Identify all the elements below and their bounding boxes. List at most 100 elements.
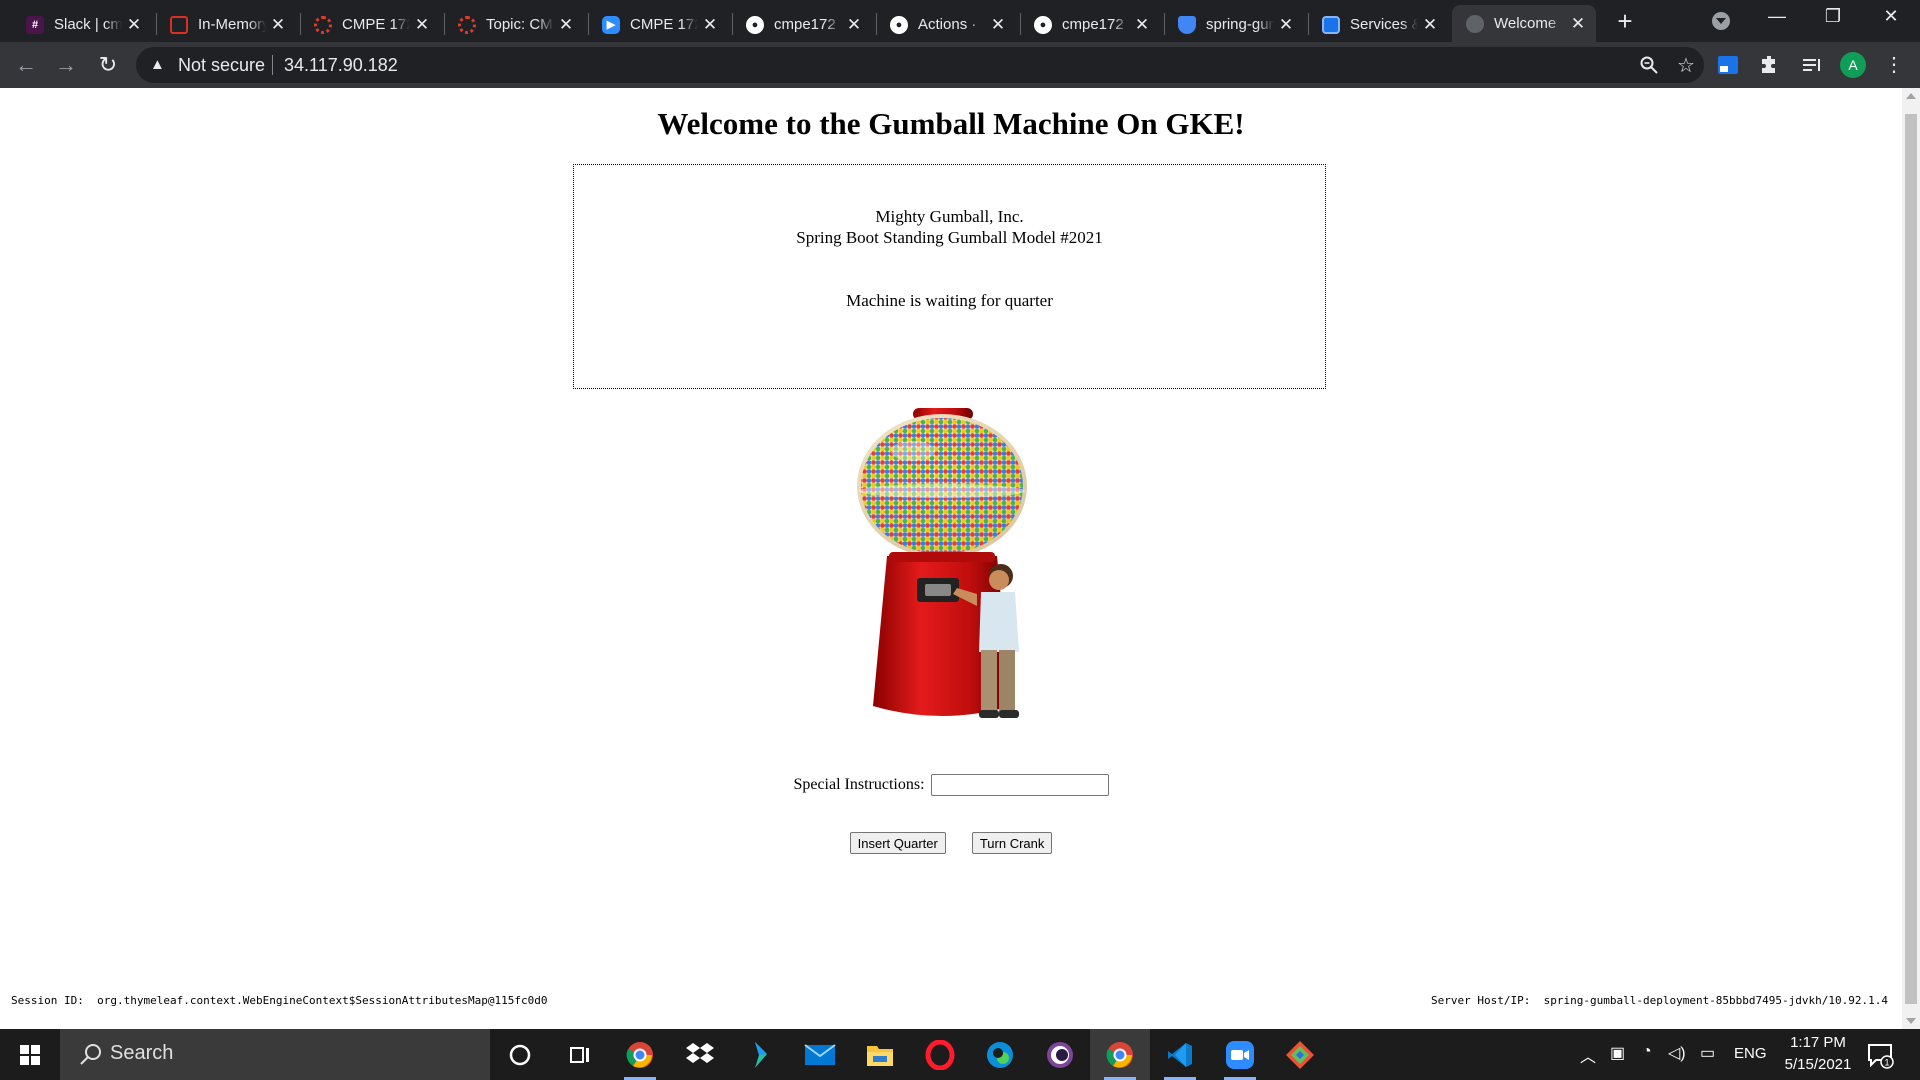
- task-view-icon[interactable]: [550, 1029, 610, 1080]
- reload-icon[interactable]: ↻: [94, 51, 122, 79]
- forward-arrow-icon[interactable]: →: [52, 51, 80, 79]
- tab-title: Topic: CMPE: [486, 16, 554, 33]
- tab-slack[interactable]: # Slack | cmpe172 ✕: [12, 7, 152, 42]
- language-indicator[interactable]: ENG: [1734, 1045, 1767, 1062]
- close-icon[interactable]: ✕: [990, 15, 1006, 35]
- tray-chevron-up-icon[interactable]: ︿: [1580, 1043, 1596, 1067]
- bookmark-star-icon[interactable]: ☆: [1677, 53, 1695, 78]
- vertical-scrollbar[interactable]: [1902, 88, 1920, 1029]
- taskbar-search-box[interactable]: Search: [60, 1029, 490, 1080]
- dropbox-icon[interactable]: [670, 1029, 730, 1080]
- close-icon[interactable]: ✕: [1422, 15, 1438, 35]
- model-name: Spring Boot Standing Gumball Model #2021: [796, 228, 1103, 247]
- button-row: Insert Quarter Turn Crank: [0, 832, 1902, 854]
- tab-topic-cmpe[interactable]: Topic: CMPE ✕: [444, 7, 584, 42]
- battery-icon[interactable]: ▭: [1700, 1043, 1715, 1063]
- window-close-icon[interactable]: ✕: [1868, 6, 1914, 27]
- edge-icon[interactable]: [970, 1029, 1030, 1080]
- tab-cmpe172-canvas[interactable]: CMPE 172 ✕: [300, 7, 440, 42]
- address-bar[interactable]: ▲ Not secure 34.117.90.182 ☆: [136, 47, 1704, 83]
- server-host-footer: Server Host/IP: spring-gumball-deploymen…: [1431, 994, 1888, 1007]
- vscode-insiders-icon[interactable]: [730, 1029, 790, 1080]
- session-id-footer: Session ID: org.thymeleaf.context.WebEng…: [11, 994, 547, 1007]
- extensions-puzzle-icon[interactable]: [1758, 53, 1782, 77]
- wifi-icon[interactable]: ◔: [1642, 1043, 1652, 1061]
- back-arrow-icon[interactable]: ←: [12, 51, 40, 79]
- close-icon[interactable]: ✕: [1278, 15, 1294, 35]
- close-icon[interactable]: ✕: [414, 15, 430, 35]
- page-title: Welcome to the Gumball Machine On GKE!: [657, 106, 1245, 141]
- session-value: org.thymeleaf.context.WebEngineContext$S…: [97, 994, 548, 1007]
- chrome-icon[interactable]: [610, 1029, 670, 1080]
- github-icon: ●: [890, 15, 908, 34]
- scroll-thumb[interactable]: [1905, 114, 1917, 1004]
- tab-search-icon[interactable]: [1712, 12, 1730, 30]
- zoom-icon: ▶: [602, 15, 620, 34]
- tab-title: Welcome: [1494, 15, 1557, 32]
- zoom-magnifier-icon[interactable]: [1640, 56, 1658, 74]
- tab-services[interactable]: Services & ✕: [1308, 7, 1448, 42]
- turn-crank-button[interactable]: Turn Crank: [971, 832, 1053, 854]
- instructions-label: Special Instructions:: [793, 776, 925, 793]
- search-icon: [80, 1044, 101, 1065]
- git-icon[interactable]: [1270, 1029, 1330, 1080]
- security-status[interactable]: Not secure: [178, 55, 265, 76]
- volume-icon[interactable]: ◁): [1668, 1043, 1686, 1063]
- canvas-icon: [458, 15, 476, 34]
- tab-title: spring-gumball: [1206, 16, 1274, 33]
- scroll-up-arrow-icon[interactable]: [1906, 93, 1916, 99]
- new-tab-button[interactable]: +: [1610, 6, 1640, 37]
- in-memory-icon: [170, 15, 188, 34]
- gcp-shield-icon: [1178, 15, 1196, 34]
- tab-github-cmpe172[interactable]: ● cmpe172 ✕: [732, 7, 872, 42]
- session-label: Session ID:: [11, 994, 84, 1007]
- opera-icon[interactable]: [910, 1029, 970, 1080]
- profile-avatar[interactable]: A: [1840, 52, 1866, 78]
- url-text[interactable]: 34.117.90.182: [284, 55, 398, 76]
- mail-icon[interactable]: [790, 1029, 850, 1080]
- tab-title: Slack | cmpe172: [54, 16, 122, 33]
- close-icon[interactable]: ✕: [558, 15, 574, 35]
- close-icon[interactable]: ✕: [702, 15, 718, 35]
- reading-list-icon[interactable]: [1800, 53, 1824, 77]
- tab-spring-gumball[interactable]: spring-gumball ✕: [1164, 7, 1304, 42]
- canvas-icon: [314, 15, 332, 34]
- extension-window-icon[interactable]: [1716, 53, 1740, 77]
- minimize-icon[interactable]: —: [1754, 6, 1800, 27]
- tab-cmpe172-zoom[interactable]: ▶ CMPE 172 ✕: [588, 7, 728, 42]
- notification-count: 1: [1884, 1058, 1889, 1068]
- close-icon[interactable]: ✕: [1134, 15, 1150, 35]
- close-icon[interactable]: ✕: [1570, 14, 1586, 34]
- tab-in-memory[interactable]: In-Memory ✕: [156, 7, 296, 42]
- chrome-icon[interactable]: [1090, 1029, 1150, 1080]
- web-page: Welcome to the Gumball Machine On GKE! M…: [0, 88, 1902, 1029]
- notification-center-icon[interactable]: 1: [1866, 1041, 1894, 1069]
- windows-start-icon[interactable]: [0, 1029, 60, 1080]
- file-explorer-icon[interactable]: [850, 1029, 910, 1080]
- tor-icon[interactable]: [1030, 1029, 1090, 1080]
- vscode-icon[interactable]: [1150, 1029, 1210, 1080]
- scroll-down-arrow-icon[interactable]: [1906, 1018, 1916, 1024]
- tab-title: CMPE 172: [342, 16, 410, 33]
- windows-taskbar: Search ︿ ▣ ◔ ◁) ▭ ENG 1:17 PM 5/15/2021 …: [0, 1029, 1920, 1080]
- tab-github-actions[interactable]: ● Actions · ✕: [876, 7, 1016, 42]
- clock-date[interactable]: 5/15/2021: [1778, 1056, 1858, 1073]
- close-icon[interactable]: ✕: [846, 15, 862, 35]
- zoom-icon[interactable]: [1210, 1029, 1270, 1080]
- insert-quarter-button[interactable]: Insert Quarter: [849, 832, 946, 854]
- server-label: Server Host/IP:: [1431, 994, 1531, 1007]
- close-icon[interactable]: ✕: [126, 15, 142, 35]
- more-menu-icon[interactable]: ⋮: [1884, 51, 1904, 79]
- restore-icon[interactable]: ❐: [1810, 6, 1856, 27]
- close-icon[interactable]: ✕: [270, 15, 286, 35]
- special-instructions-input[interactable]: [930, 774, 1109, 796]
- tab-welcome[interactable]: Welcome ✕: [1452, 5, 1596, 42]
- tab-github-cmpe172-2[interactable]: ● cmpe172 ✕: [1020, 7, 1160, 42]
- search-placeholder: Search: [110, 1042, 174, 1064]
- tab-title: cmpe172: [774, 16, 836, 33]
- warning-triangle-icon[interactable]: ▲: [150, 56, 165, 73]
- github-icon: ●: [1034, 15, 1052, 34]
- clock-time[interactable]: 1:17 PM: [1778, 1034, 1858, 1051]
- cortana-icon[interactable]: [490, 1029, 550, 1080]
- tray-device-icon[interactable]: ▣: [1610, 1043, 1625, 1063]
